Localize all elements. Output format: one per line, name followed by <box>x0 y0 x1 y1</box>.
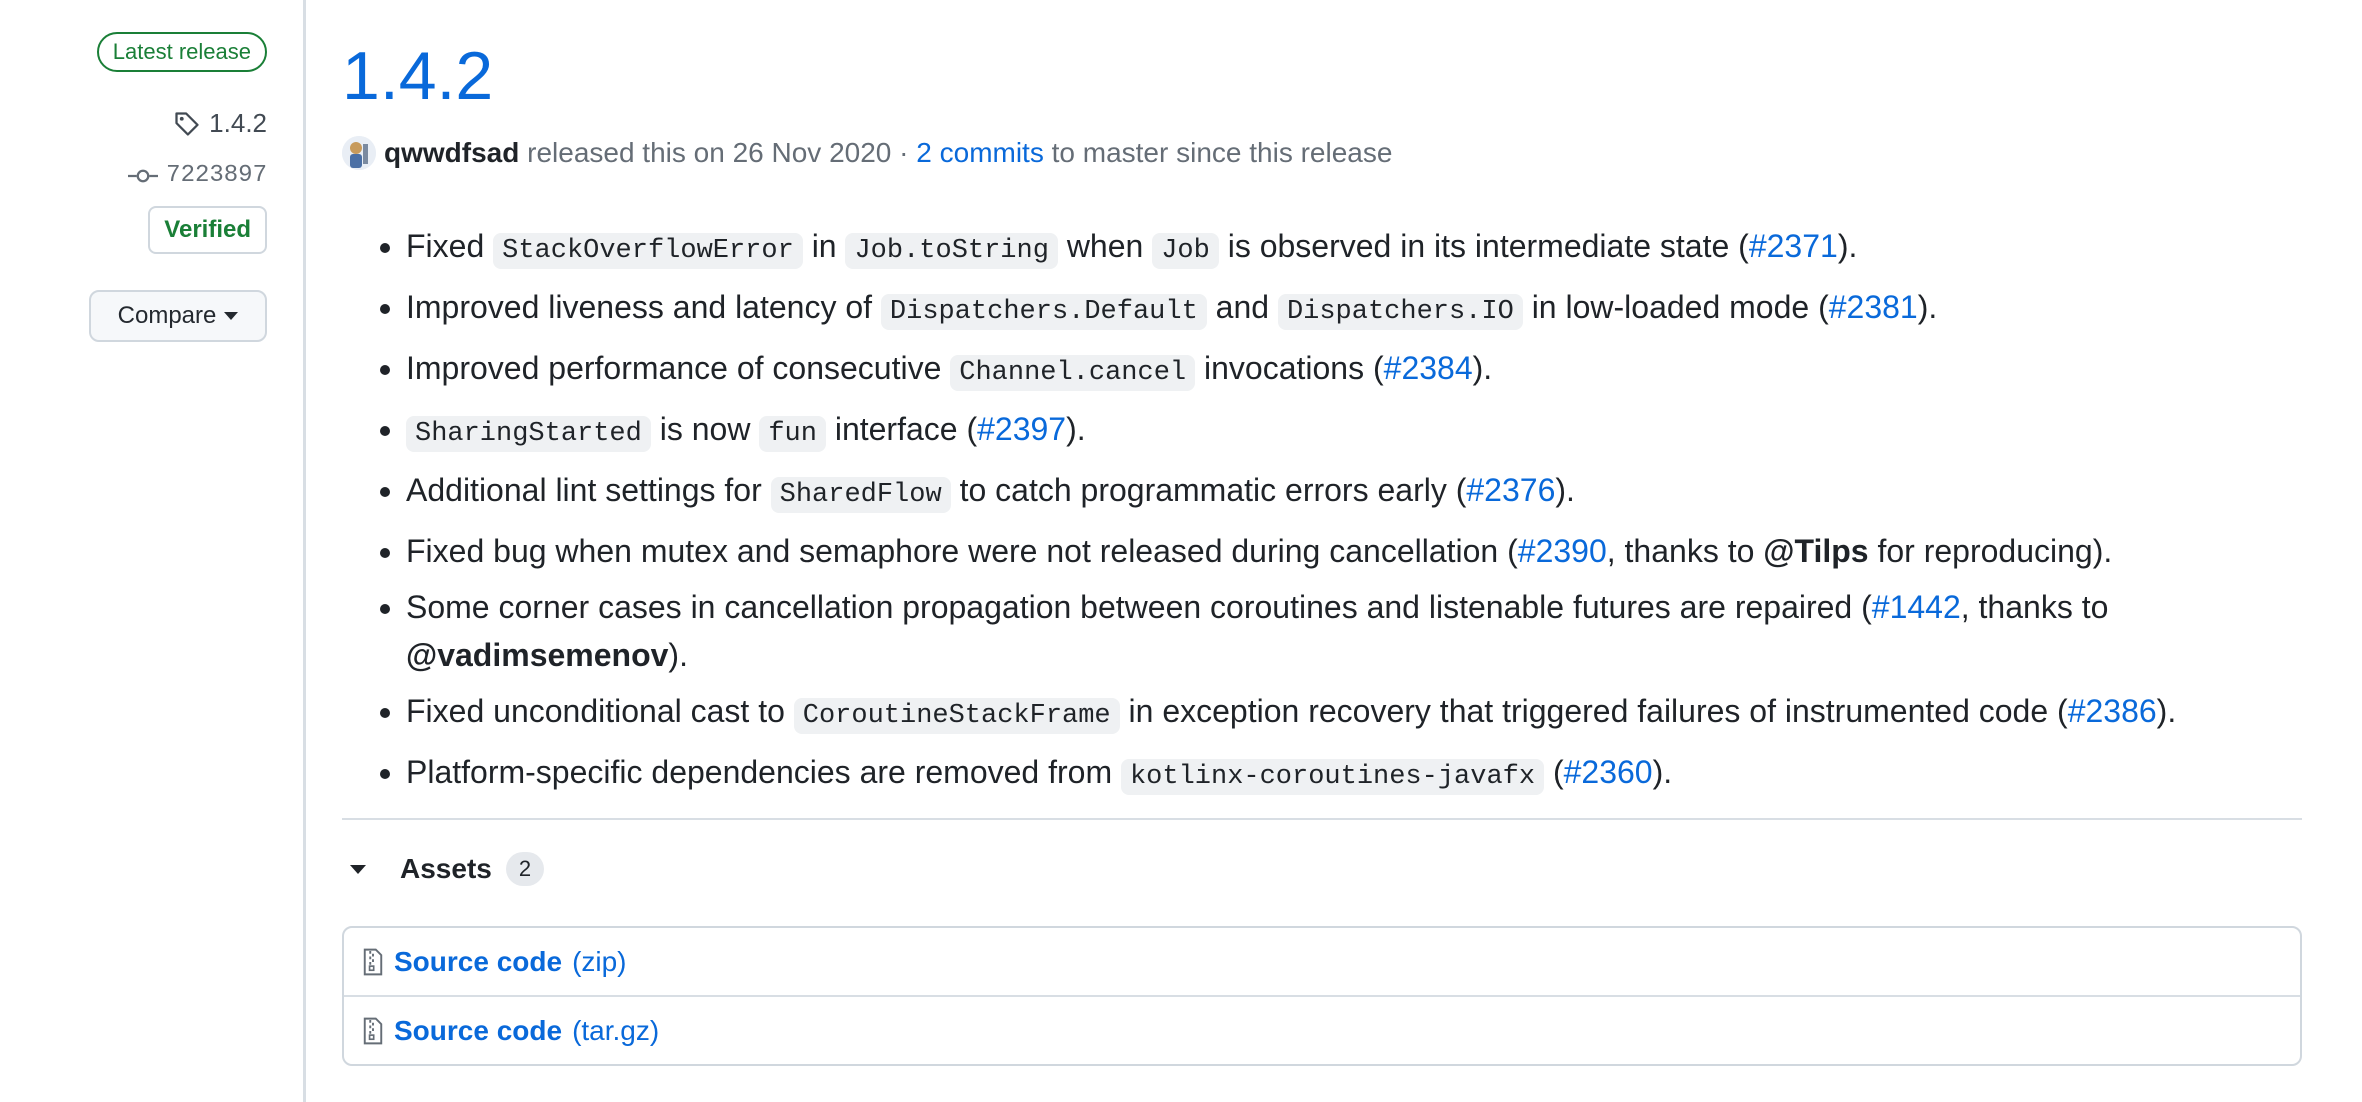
note-text: Platform-specific dependencies are remov… <box>406 754 1121 790</box>
user-mention[interactable]: @vadimsemenov <box>406 637 668 673</box>
inline-code: Job <box>1152 233 1219 269</box>
note-text: when <box>1057 228 1153 264</box>
note-text: for reproducing). <box>1868 533 2113 569</box>
note-text: Improved performance of consecutive <box>406 350 951 386</box>
release-title[interactable]: 1.4.2 <box>342 36 493 116</box>
commit-link[interactable]: 7223897 <box>128 162 267 189</box>
note-text: , thanks to <box>1960 589 2109 625</box>
asset-ext[interactable]: (zip) <box>572 946 626 978</box>
note-text: Fixed <box>406 228 494 264</box>
note-listenable: Some corner cases in cancellation propag… <box>406 583 2302 679</box>
asset-name[interactable]: Source code <box>394 1015 562 1047</box>
inline-code: kotlinx-coroutines-javafx <box>1120 759 1545 795</box>
note-text: is observed in its intermediate state ( <box>1218 228 1749 264</box>
note-text: interface ( <box>825 411 978 447</box>
note-channel-cancel: Improved performance of consecutive Chan… <box>406 344 2302 397</box>
tag-link[interactable]: 1.4.2 <box>173 108 267 139</box>
issue-link[interactable]: #2360 <box>1564 754 1653 790</box>
triangle-down-icon <box>350 864 366 874</box>
note-javafx: Platform-specific dependencies are remov… <box>406 748 2302 801</box>
release-sidebar: Latest release 1.4.2 7223897 Verified Co… <box>0 0 306 1102</box>
user-mention[interactable]: @Tilps <box>1763 533 1868 569</box>
note-text: in low-loaded mode ( <box>1522 289 1829 325</box>
note-text: ). <box>1066 411 1086 447</box>
inline-code: fun <box>759 416 826 452</box>
note-text: ). <box>668 637 688 673</box>
note-text: ). <box>1837 228 1858 264</box>
note-text: ). <box>1652 754 1673 790</box>
asset-ext[interactable]: (tar.gz) <box>572 1015 659 1047</box>
avatar-icon <box>342 136 376 170</box>
note-text: Fixed unconditional cast to <box>406 693 794 729</box>
note-cast: Fixed unconditional cast to CoroutineSta… <box>406 687 2302 740</box>
note-text: and <box>1206 289 1278 325</box>
latest-release-badge: Latest release <box>96 32 267 72</box>
asset-name[interactable]: Source code <box>394 946 562 978</box>
inline-code: Channel.cancel <box>950 355 1196 391</box>
issue-link[interactable]: #1442 <box>1872 589 1961 625</box>
inline-code: Job.toString <box>845 233 1058 269</box>
divider <box>342 818 2302 820</box>
note-lint: Additional lint settings for SharedFlow … <box>406 466 2302 519</box>
note-text: Some corner cases in cancellation propag… <box>406 589 1872 625</box>
note-dispatchers: Improved liveness and latency of Dispatc… <box>406 283 2302 336</box>
note-text: to catch programmatic errors early ( <box>950 472 1467 508</box>
file-zip-icon <box>363 1017 383 1044</box>
commits-suffix: to master since this release <box>1051 137 1393 168</box>
inline-code: SharingStarted <box>406 416 651 452</box>
inline-code: Dispatchers.Default <box>880 294 1207 330</box>
author-avatar[interactable] <box>342 136 376 170</box>
git-commit-icon <box>128 169 159 182</box>
tag-label: 1.4.2 <box>209 108 267 138</box>
note-text: , thanks to <box>1606 533 1764 569</box>
note-text: ). <box>1917 289 1938 325</box>
issue-link[interactable]: #2390 <box>1518 533 1607 569</box>
note-text: Improved liveness and latency of <box>406 289 881 325</box>
issue-link[interactable]: #2381 <box>1829 289 1918 325</box>
note-text: in <box>802 228 846 264</box>
issue-link[interactable]: #2397 <box>977 411 1066 447</box>
caret-down-icon <box>224 312 239 320</box>
issue-link[interactable]: #2376 <box>1466 472 1555 508</box>
note-text: ). <box>2156 693 2177 729</box>
commit-sha: 7223897 <box>166 162 267 189</box>
inline-code: SharedFlow <box>770 477 951 513</box>
note-sharingstarted: SharingStarted is now fun interface (#23… <box>406 405 2302 458</box>
issue-link[interactable]: #2386 <box>2068 693 2157 729</box>
note-stackoverflow: Fixed StackOverflowError in Job.toString… <box>406 222 2302 275</box>
note-text: in exception recovery that triggered fai… <box>1119 693 2068 729</box>
note-text: ( <box>1544 754 1564 790</box>
release-meta: qwwdfsad released this on 26 Nov 2020 · … <box>342 136 1392 170</box>
released-text: released this on 26 Nov 2020 · <box>527 137 909 168</box>
asset-item[interactable]: Source code (tar.gz) <box>344 995 2300 1064</box>
file-zip-icon <box>363 948 383 975</box>
author-link[interactable]: qwwdfsad <box>384 137 519 169</box>
note-text: is now <box>650 411 760 447</box>
assets-count: 2 <box>505 852 545 886</box>
assets-list: Source code (zip) Source code (tar.gz) <box>342 926 2302 1066</box>
verified-badge[interactable]: Verified <box>148 206 267 254</box>
issue-link[interactable]: #2371 <box>1749 228 1838 264</box>
note-mutex: Fixed bug when mutex and semaphore were … <box>406 527 2302 575</box>
note-text: ). <box>1555 472 1575 508</box>
note-text: ). <box>1472 350 1493 386</box>
release-notes: Fixed StackOverflowError in Job.toString… <box>342 222 2302 809</box>
compare-button[interactable]: Compare <box>89 290 267 342</box>
commits-link[interactable]: 2 commits <box>916 137 1044 169</box>
assets-toggle[interactable]: Assets 2 <box>350 852 545 886</box>
inline-code: CoroutineStackFrame <box>793 698 1120 734</box>
note-text: Fixed bug when mutex and semaphore were … <box>406 533 1518 569</box>
tag-icon <box>175 111 199 136</box>
inline-code: StackOverflowError <box>493 233 803 269</box>
compare-label: Compare <box>117 302 217 329</box>
note-text: Additional lint settings for <box>406 472 771 508</box>
note-text: invocations ( <box>1195 350 1384 386</box>
issue-link[interactable]: #2384 <box>1384 350 1473 386</box>
asset-item[interactable]: Source code (zip) <box>344 928 2300 995</box>
inline-code: Dispatchers.IO <box>1277 294 1523 330</box>
assets-heading: Assets <box>400 853 492 884</box>
